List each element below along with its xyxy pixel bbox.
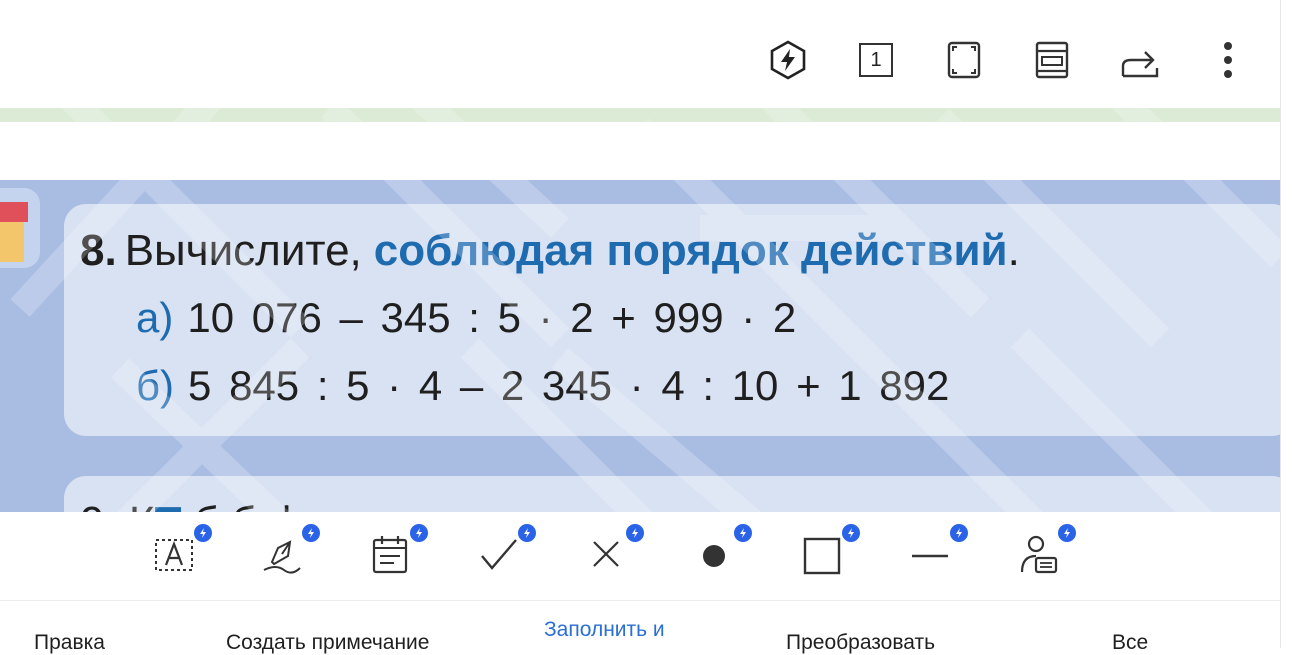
top-toolbar: 1 [0,0,1280,108]
fullscreen-icon[interactable] [942,38,986,82]
premium-badge-icon [950,524,968,542]
right-edge-strip [1280,0,1296,648]
page-number-button[interactable]: 1 [854,38,898,82]
premium-badge-icon [302,524,320,542]
tab-edit[interactable]: Правка [34,631,105,655]
premium-badge-icon [842,524,860,542]
tab-all[interactable]: Все [1112,631,1148,655]
watermark [10,108,1280,512]
line-tool[interactable] [906,524,968,578]
premium-badge-icon [1058,524,1076,542]
premium-badge-icon [194,524,212,542]
premium-badge-icon [626,524,644,542]
note-tool[interactable] [366,524,428,578]
lightning-icon[interactable] [766,38,810,82]
share-icon[interactable] [1118,38,1162,82]
tab-convert[interactable]: Преобразовать [786,631,935,655]
fill-sign-tools [0,512,1280,600]
premium-badge-icon [410,524,428,542]
cross-tool[interactable] [582,524,644,578]
premium-badge-icon [518,524,536,542]
tab-fill-sign[interactable]: Заполнить и [544,618,665,642]
tab-comment[interactable]: Создать примечание [226,631,429,655]
checkmark-tool[interactable] [474,524,536,578]
more-icon[interactable] [1206,38,1250,82]
text-box-tool[interactable] [150,524,212,578]
dot-tool[interactable] [690,524,752,578]
page-number: 1 [859,43,893,77]
signature-tool[interactable] [258,524,320,578]
rectangle-tool[interactable] [798,524,860,578]
premium-badge-icon [734,524,752,542]
reading-mode-icon[interactable] [1030,38,1074,82]
initials-tool[interactable] [1014,524,1076,578]
bottom-tab-bar: Правка Создать примечание Заполнить и Пр… [0,600,1280,654]
document-viewer[interactable]: 8. Вычислите, соблюдая порядок действий. а… [0,108,1280,512]
